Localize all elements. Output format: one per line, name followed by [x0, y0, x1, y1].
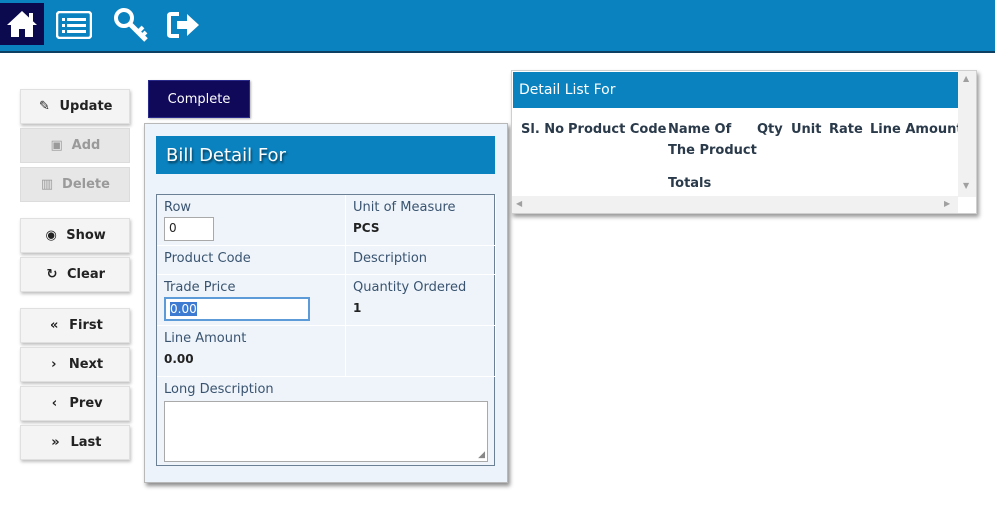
quantity-cell: Quantity Ordered 1 — [346, 275, 496, 326]
long-description-textarea[interactable]: ◢ — [164, 401, 488, 462]
row-input[interactable]: 0 — [164, 217, 214, 241]
quantity-label: Quantity Ordered — [353, 280, 467, 295]
key-button[interactable] — [114, 8, 150, 42]
trade-price-input[interactable]: 0.00 — [164, 297, 310, 321]
bill-form: Row 0 Unit of Measure PCS Product Code D… — [156, 194, 496, 466]
trade-price-cell: Trade Price 0.00 — [157, 275, 346, 326]
chevron-right-icon: › — [51, 357, 57, 372]
chevron-left-icon: ‹ — [51, 396, 58, 411]
trade-price-value: 0.00 — [170, 302, 197, 316]
first-button[interactable]: « First — [20, 308, 130, 343]
last-button[interactable]: » Last — [20, 425, 130, 460]
col-product-name: Name Of The Product — [668, 119, 757, 161]
top-nav-bar — [0, 0, 995, 53]
refresh-icon: ↻ — [46, 267, 58, 282]
line-amount-label: Line Amount — [164, 331, 247, 346]
next-label: Next — [68, 357, 104, 372]
clear-label: Clear — [67, 267, 105, 282]
save-icon: ▣ — [50, 138, 63, 153]
add-button[interactable]: ▣ Add — [20, 128, 130, 163]
col-line-amount: Line Amount — [870, 122, 963, 137]
trash-icon: ▥ — [40, 177, 54, 192]
col-product-name-line2: The Product — [668, 143, 757, 158]
description-cell: Description — [346, 246, 496, 275]
col-product-name-line1: Name Of — [668, 122, 732, 137]
col-rate: Rate — [829, 122, 863, 137]
empty-cell — [346, 326, 496, 377]
first-label: First — [69, 318, 103, 333]
complete-button[interactable]: Complete — [148, 80, 250, 118]
product-code-cell: Product Code — [157, 246, 346, 275]
quantity-value: 1 — [353, 301, 362, 315]
show-button[interactable]: ◉ Show — [20, 218, 130, 253]
resize-grip-icon[interactable]: ◢ — [478, 450, 485, 460]
col-qty: Qty — [757, 122, 783, 137]
scroll-left-icon[interactable]: ◀ — [516, 199, 522, 208]
delete-button[interactable]: ▥ Delete — [20, 167, 130, 202]
vertical-scrollbar[interactable]: ▲ ▼ — [958, 71, 976, 197]
col-unit: Unit — [791, 122, 822, 137]
long-description-label: Long Description — [164, 382, 274, 397]
home-button[interactable] — [0, 3, 44, 45]
home-icon — [7, 11, 37, 37]
show-label: Show — [66, 228, 106, 243]
uom-value: PCS — [353, 221, 380, 235]
uom-label: Unit of Measure — [353, 200, 456, 215]
edit-icon: ✎ — [39, 99, 50, 114]
totals-label: Totals — [668, 176, 712, 191]
next-button[interactable]: › Next — [20, 347, 130, 382]
prev-label: Prev — [69, 396, 103, 411]
sign-out-icon — [167, 12, 199, 38]
line-amount-value: 0.00 — [164, 352, 194, 366]
product-code-label: Product Code — [164, 251, 251, 266]
row-cell: Row 0 — [157, 195, 346, 246]
col-product-code: Product Code — [568, 122, 667, 137]
last-label: Last — [70, 435, 102, 450]
scroll-down-icon[interactable]: ▼ — [963, 181, 969, 190]
long-description-cell: Long Description — [157, 377, 496, 397]
clear-button[interactable]: ↻ Clear — [20, 257, 130, 292]
prev-button[interactable]: ‹ Prev — [20, 386, 130, 421]
update-button[interactable]: ✎ Update — [20, 89, 130, 124]
trade-price-label: Trade Price — [164, 280, 236, 295]
delete-label: Delete — [62, 177, 110, 192]
list-button[interactable] — [56, 8, 92, 42]
eye-icon: ◉ — [45, 228, 57, 243]
detail-list-title: Detail List For — [513, 72, 958, 108]
scroll-right-icon[interactable]: ▶ — [944, 199, 950, 208]
update-label: Update — [59, 99, 113, 114]
col-sl-no: Sl. No — [521, 122, 565, 137]
line-amount-cell: Line Amount 0.00 — [157, 326, 346, 377]
key-icon — [114, 8, 148, 42]
row-label: Row — [164, 200, 192, 215]
uom-cell: Unit of Measure PCS — [346, 195, 496, 246]
horizontal-scrollbar[interactable]: ◀ ▶ — [512, 196, 958, 213]
add-label: Add — [71, 138, 101, 153]
double-chevron-right-icon: » — [51, 435, 60, 450]
scroll-up-icon[interactable]: ▲ — [963, 74, 969, 83]
description-label: Description — [353, 251, 428, 266]
detail-list-panel: Detail List For Sl. No Product Code Name… — [511, 70, 977, 214]
bill-detail-panel: Bill Detail For Row 0 Unit of Measure PC… — [144, 123, 508, 483]
bill-detail-title: Bill Detail For — [156, 136, 495, 174]
list-icon — [56, 11, 92, 39]
double-chevron-left-icon: « — [49, 318, 59, 333]
logout-button[interactable] — [167, 8, 201, 42]
